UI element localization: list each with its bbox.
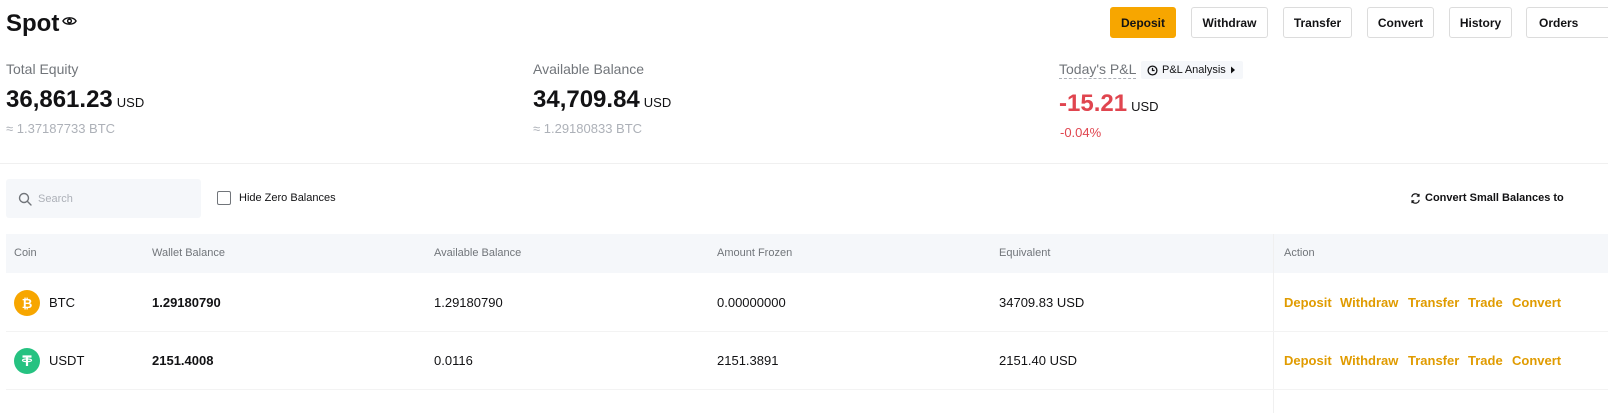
deposit-button[interactable]: Deposit xyxy=(1110,7,1176,38)
row-convert-link[interactable]: Convert xyxy=(1512,353,1561,368)
amount-frozen: 2151.3891 xyxy=(717,353,779,368)
btc-icon: ₿ xyxy=(14,290,40,316)
hide-zero-label: Hide Zero Balances xyxy=(239,192,336,204)
search-input[interactable] xyxy=(38,192,188,205)
row-divider xyxy=(6,389,1608,390)
divider xyxy=(0,163,1608,164)
row-transfer-link[interactable]: Transfer xyxy=(1408,353,1459,368)
amount-frozen: 0.00000000 xyxy=(717,295,786,310)
convert-button[interactable]: Convert xyxy=(1367,7,1434,38)
available-balance-amount: 34,709.84 xyxy=(533,86,640,113)
caret-right-icon xyxy=(1230,66,1235,74)
row-transfer-link[interactable]: Transfer xyxy=(1408,295,1459,310)
pnl-analysis-button[interactable]: P&L Analysis xyxy=(1141,61,1243,79)
column-header-coin: Coin xyxy=(14,247,37,259)
row-deposit-link[interactable]: Deposit xyxy=(1284,295,1332,310)
action-column-divider xyxy=(1273,234,1274,413)
wallet-balance: 1.29180790 xyxy=(152,295,221,310)
svg-text:₿: ₿ xyxy=(22,297,33,311)
total-equity-btc: ≈ 1.37187733 BTC xyxy=(6,121,116,136)
equivalent: 34709.83 USD xyxy=(999,295,1085,310)
row-convert-link[interactable]: Convert xyxy=(1512,295,1561,310)
pnl-analysis-label: P&L Analysis xyxy=(1162,64,1226,76)
available-balance: 0.0116 xyxy=(434,353,473,368)
row-trade-link[interactable]: Trade xyxy=(1468,295,1503,310)
usdt-icon xyxy=(14,348,40,374)
search-icon xyxy=(18,192,32,206)
row-withdraw-link[interactable]: Withdraw xyxy=(1340,295,1398,310)
orders-button[interactable]: Orders xyxy=(1526,7,1608,38)
total-equity-label: Total Equity xyxy=(6,61,79,77)
pnl-percent: -0.04% xyxy=(1060,125,1102,140)
convert-small-balances-link[interactable]: Convert Small Balances to xyxy=(1410,192,1564,204)
available-balance: 1.29180790 xyxy=(434,295,503,310)
column-header-available-balance: Available Balance xyxy=(434,247,522,259)
column-header-action: Action xyxy=(1284,247,1315,259)
convert-small-label: Convert Small Balances to xyxy=(1425,192,1564,204)
total-equity-value: 36,861.23 USD xyxy=(6,86,144,114)
row-divider xyxy=(6,331,1608,332)
coin-name: USDT xyxy=(49,353,85,368)
hide-zero-checkbox[interactable] xyxy=(217,191,231,205)
clock-icon xyxy=(1147,64,1158,76)
pnl-value: -15.21 USD xyxy=(1059,90,1159,118)
available-balance-unit: USD xyxy=(643,95,672,110)
row-deposit-link[interactable]: Deposit xyxy=(1284,353,1332,368)
page-title: Spot xyxy=(6,10,60,37)
pnl-unit: USD xyxy=(1131,99,1159,114)
column-header-amount-frozen: Amount Frozen xyxy=(717,247,793,259)
history-button[interactable]: History xyxy=(1449,7,1512,38)
available-balance-value: 34,709.84 USD xyxy=(533,86,671,114)
convert-icon xyxy=(1411,192,1420,204)
column-header-equivalent: Equivalent xyxy=(999,247,1051,259)
row-withdraw-link[interactable]: Withdraw xyxy=(1340,353,1398,368)
total-equity-unit: USD xyxy=(116,95,145,110)
coin-name: BTC xyxy=(49,295,75,310)
total-equity-amount: 36,861.23 xyxy=(6,86,113,113)
withdraw-button[interactable]: Withdraw xyxy=(1191,7,1268,38)
pnl-amount: -15.21 xyxy=(1059,90,1128,117)
transfer-button[interactable]: Transfer xyxy=(1283,7,1352,38)
search-field[interactable] xyxy=(6,179,201,218)
available-balance-label: Available Balance xyxy=(533,61,645,77)
hide-zero-balances[interactable]: Hide Zero Balances xyxy=(217,191,336,205)
wallet-balance: 2151.4008 xyxy=(152,353,214,368)
row-trade-link[interactable]: Trade xyxy=(1468,353,1503,368)
equivalent: 2151.40 USD xyxy=(999,353,1078,368)
available-balance-btc: ≈ 1.29180833 BTC xyxy=(533,121,643,136)
header: Spot Deposit Withdraw Transfer Convert H… xyxy=(0,0,1608,50)
column-header-wallet-balance: Wallet Balance xyxy=(152,247,225,259)
eye-icon[interactable] xyxy=(62,15,77,27)
table-header xyxy=(6,234,1608,273)
pnl-label[interactable]: Today's P&L xyxy=(1059,61,1137,79)
